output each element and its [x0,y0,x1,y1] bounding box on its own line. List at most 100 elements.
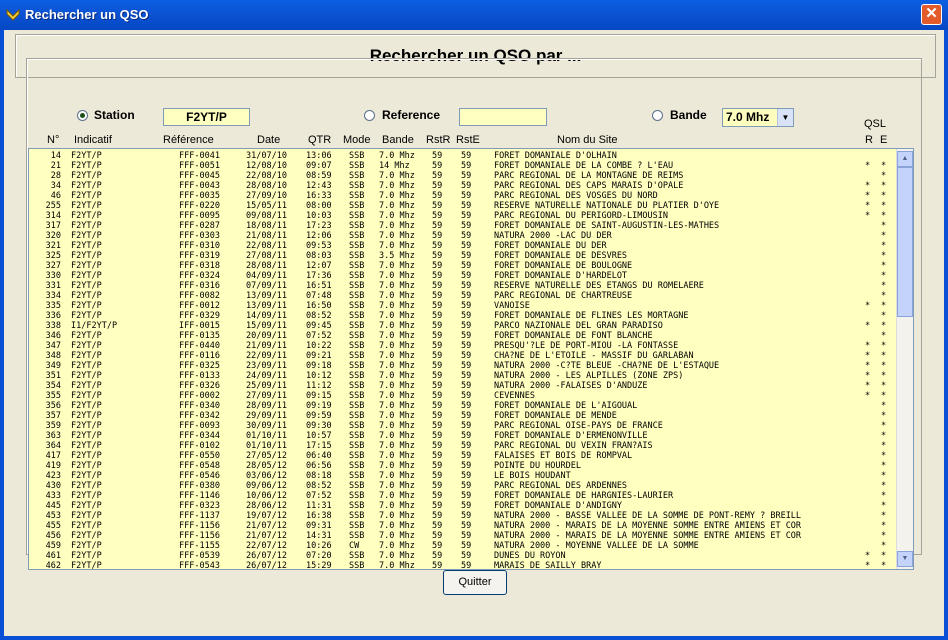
table-cell: 59 [432,231,443,241]
scrollbar[interactable]: ▲ ▼ [896,149,913,569]
table-row[interactable]: 445 F2YT/P FFF-0323 28/06/12 11:31 SSB 7.0 Mhz… [29,501,913,511]
table-cell: SSB [349,221,365,231]
table-row[interactable]: 327 F2YT/P FFF-0318 28/08/11 12:07 SSB 7.0 Mhz… [29,261,913,271]
table-row[interactable]: 356 F2YT/P FFF-0340 28/09/11 09:19 SSB 7.0 Mhz… [29,401,913,411]
table-cell: SSB [349,521,365,531]
table-cell: 453 [45,511,61,521]
table-row[interactable]: 14 F2YT/P FFF-0041 31/07/10 13:06 SSB 7.0 Mhz 5… [29,151,913,161]
table-row[interactable]: 255 F2YT/P FFF-0220 15/05/11 08:00 SSB 7.0 Mhz… [29,201,913,211]
scroll-down-button[interactable]: ▼ [897,551,913,567]
table-cell: FFF-0041 [179,151,220,161]
table-cell: 21/07/12 [246,521,287,531]
table-row[interactable]: 355 F2YT/P FFF-0002 27/09/11 09:15 SSB 7.0 Mhz… [29,391,913,401]
table-row[interactable]: 453 F2YT/P FFF-1137 19/07/12 16:38 SSB 7.0 Mhz… [29,511,913,521]
table-cell: 59 [461,521,472,531]
table-row[interactable]: 419 F2YT/P FFF-0548 28/05/12 06:56 SSB 7.0 Mhz… [29,461,913,471]
table-cell: 314 [45,211,61,221]
table-cell: 7.0 Mhz [379,511,415,521]
table-row[interactable]: 336 F2YT/P FFF-0329 14/09/11 08:52 SSB 7.0 Mhz… [29,311,913,321]
table-row[interactable]: 325 F2YT/P FFF-0319 27/08/11 08:03 SSB 3.5 Mhz… [29,251,913,261]
table-cell: I1/F2YT/P [71,321,118,331]
table-cell: * [881,161,887,171]
table-row[interactable]: 34 F2YT/P FFF-0043 28/08/10 12:43 SSB 7.0 Mhz 5… [29,181,913,191]
chevron-down-icon[interactable]: ▼ [777,109,793,126]
table-cell: SSB [349,421,365,431]
table-cell: 347 [45,341,61,351]
table-cell: 423 [45,471,61,481]
table-cell: * [865,161,871,171]
quit-button[interactable]: Quitter [443,570,507,595]
table-row[interactable]: 430 F2YT/P FFF-0380 09/06/12 08:52 SSB 7.0 Mhz… [29,481,913,491]
table-cell: F2YT/P [71,271,102,281]
table-cell: F2YT/P [71,501,102,511]
scroll-thumb[interactable] [897,167,913,317]
table-row[interactable]: 417 F2YT/P FFF-0550 27/05/12 06:40 SSB 7.0 Mhz… [29,451,913,461]
radio-reference[interactable] [364,110,375,121]
table-cell: F2YT/P [71,541,102,551]
table-row[interactable]: 354 F2YT/P FFF-0326 25/09/11 11:12 SSB 7.0 Mhz… [29,381,913,391]
table-row[interactable]: 433 F2YT/P FFF-1146 10/06/12 07:52 SSB 7.0 Mhz… [29,491,913,501]
table-row[interactable]: 28 F2YT/P FFF-0045 22/08/10 08:59 SSB 7.0 Mhz 5… [29,171,913,181]
band-label: Bande [670,108,707,122]
col-header-reference: Référence [163,134,214,146]
table-cell: F2YT/P [71,161,102,171]
table-row[interactable]: 321 F2YT/P FFF-0310 22/08/11 09:53 SSB 7.0 Mhz… [29,241,913,251]
table-cell: PARC REGIONAL DES CAPS MARAIS D'OPALE [494,181,684,191]
table-cell: * [881,291,887,301]
table-cell: * [865,391,871,401]
table-cell: 59 [461,361,472,371]
station-input[interactable]: F2YT/P [163,108,250,126]
table-cell: 16:33 [306,191,332,201]
table-cell: 7.0 Mhz [379,231,415,241]
table-cell: 59 [461,551,472,561]
table-row[interactable]: 347 F2YT/P FFF-0440 21/09/11 10:22 SSB 7.0 Mhz… [29,341,913,351]
table-row[interactable]: 357 F2YT/P FFF-0342 29/09/11 09:59 SSB 7.0 Mhz… [29,411,913,421]
table-row[interactable]: 330 F2YT/P FFF-0324 04/09/11 17:36 SSB 7.0 Mhz… [29,271,913,281]
table-cell: 7.0 Mhz [379,471,415,481]
table-row[interactable]: 423 F2YT/P FFF-0546 03/06/12 08:18 SSB 7.0 Mhz… [29,471,913,481]
table-row[interactable]: 364 F2YT/P FFF-0102 01/10/11 17:15 SSB 7.0 Mhz… [29,441,913,451]
radio-band[interactable] [652,110,663,121]
table-cell: 09:21 [306,351,332,361]
table-row[interactable]: 338 I1/F2YT/P IFF-0015 15/09/11 09:45 SSB 7.0 … [29,321,913,331]
table-cell: SSB [349,401,365,411]
table-cell: PARC REGIONAL DU PERIGORD-LIMOUSIN [494,211,668,221]
table-row[interactable]: 346 F2YT/P FFF-0135 20/09/11 07:52 SSB 7.0 Mhz… [29,331,913,341]
table-cell: 17:36 [306,271,332,281]
table-row[interactable]: 335 F2YT/P FFF-0012 13/09/11 16:50 SSB 7.0 Mhz… [29,301,913,311]
table-row[interactable]: 320 F2YT/P FFF-0303 21/08/11 12:06 SSB 7.0 Mhz… [29,231,913,241]
table-row[interactable]: 334 F2YT/P FFF-0082 13/09/11 07:48 SSB 7.0 Mhz… [29,291,913,301]
table-row[interactable]: 21 F2YT/P FFF-0051 12/08/10 09:07 SSB 14 Mhz 59… [29,161,913,171]
table-cell: SSB [349,431,365,441]
table-cell: F2YT/P [71,441,102,451]
reference-input[interactable] [459,108,547,126]
table-row[interactable]: 455 F2YT/P FFF-1156 21/07/12 09:31 SSB 7.0 Mhz… [29,521,913,531]
table-cell: 59 [432,291,443,301]
table-row[interactable]: 459 F2YT/P FFF-1155 22/07/12 10:26 CW 7.0 Mhz 5… [29,541,913,551]
table-cell: 11:31 [306,501,332,511]
scroll-up-button[interactable]: ▲ [897,151,913,167]
col-header-indicatif: Indicatif [74,134,112,146]
table-cell: FFF-0325 [179,361,220,371]
table-cell: 59 [461,151,472,161]
table-row[interactable]: 317 F2YT/P FFF-0287 18/08/11 17:23 SSB 7.0 Mhz… [29,221,913,231]
table-row[interactable]: 331 F2YT/P FFF-0316 07/09/11 16:51 SSB 7.0 Mhz… [29,281,913,291]
table-cell: 06:56 [306,461,332,471]
radio-station[interactable] [77,110,88,121]
table-cell: 419 [45,461,61,471]
qso-list[interactable]: 14 F2YT/P FFF-0041 31/07/10 13:06 SSB 7.0 Mhz 5… [28,148,914,570]
table-row[interactable]: 359 F2YT/P FFF-0093 30/09/11 09:30 SSB 7.0 Mhz… [29,421,913,431]
table-cell: 22/09/11 [246,351,287,361]
band-select[interactable]: 7.0 Mhz ▼ [722,108,794,127]
table-row[interactable]: 46 F2YT/P FFF-0035 27/09/10 16:33 SSB 7.0 Mhz 5… [29,191,913,201]
table-cell: 59 [461,241,472,251]
table-row[interactable]: 462 F2YT/P FFF-0543 26/07/12 15:29 SSB 7.0 Mhz… [29,561,913,569]
table-row[interactable]: 348 F2YT/P FFF-0116 22/09/11 09:21 SSB 7.0 Mhz… [29,351,913,361]
close-button[interactable]: ✕ [921,4,942,25]
table-row[interactable]: 363 F2YT/P FFF-0344 01/10/11 10:57 SSB 7.0 Mhz… [29,431,913,441]
table-row[interactable]: 349 F2YT/P FFF-0325 23/09/11 09:18 SSB 7.0 Mhz… [29,361,913,371]
table-row[interactable]: 351 F2YT/P FFF-0133 24/09/11 10:12 SSB 7.0 Mhz… [29,371,913,381]
table-row[interactable]: 456 F2YT/P FFF-1156 21/07/12 14:31 SSB 7.0 Mhz… [29,531,913,541]
table-row[interactable]: 314 F2YT/P FFF-0095 09/08/11 10:03 SSB 7.0 Mhz… [29,211,913,221]
table-row[interactable]: 461 F2YT/P FFF-0539 26/07/12 07:20 SSB 7.0 Mhz… [29,551,913,561]
